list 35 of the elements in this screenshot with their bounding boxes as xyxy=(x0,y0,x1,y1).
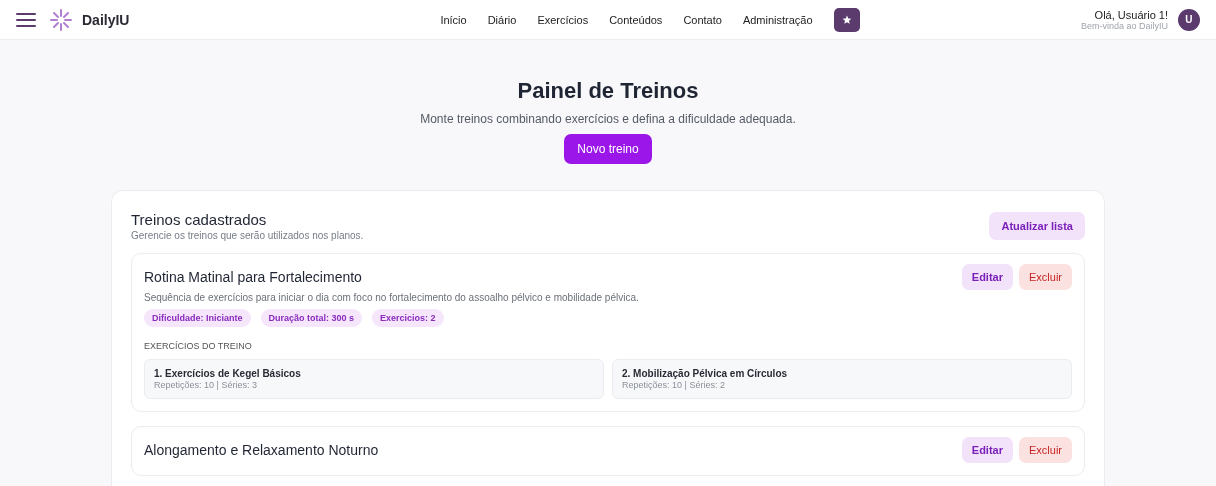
workout-tag: Dificuldade: Iniciante xyxy=(144,309,251,327)
page-subtitle: Monte treinos combinando exercícios e defina a dificuldade adequada. xyxy=(420,112,796,126)
refresh-button[interactable]: Atualizar lista xyxy=(989,212,1085,240)
edit-button[interactable]: Editar xyxy=(961,437,1013,463)
new-workout-button[interactable]: Novo treino xyxy=(564,134,652,164)
exercise-details: Repetições: 10 | Séries: 2 xyxy=(622,380,726,390)
welcome-text: Bem-vinda ao DailyIU xyxy=(1080,20,1168,31)
nav-link[interactable]: Início xyxy=(440,13,467,26)
user-avatar[interactable]: U xyxy=(1178,8,1200,31)
sunburst-logo-icon xyxy=(50,8,72,31)
delete-button[interactable]: Excluir xyxy=(1019,264,1072,290)
workout-tag: Duração total: 300 s xyxy=(260,309,363,327)
delete-button[interactable]: Excluir xyxy=(1019,437,1072,463)
nav-link[interactable]: Contato xyxy=(683,13,722,26)
menu-icon[interactable] xyxy=(16,12,36,27)
nav-link[interactable]: Administração xyxy=(742,13,813,26)
star-button[interactable] xyxy=(833,7,860,32)
nav-link[interactable]: Exercícios xyxy=(537,13,589,26)
section-label: EXERCÍCIOS DO TREINO xyxy=(144,341,253,351)
panel-subtitle: Gerencie os treinos que serão utilizados nos planos. xyxy=(131,230,364,241)
exercise-name: 1. Exercícios de Kegel Básicos xyxy=(154,368,302,379)
workout-description: Sequência de exercícios para iniciar o dia com foco no fortalecimento do assoalho pélvico e mobilidade pélvica. xyxy=(144,292,640,303)
workout-tag: Exercicios: 2 xyxy=(372,309,444,327)
nav-link[interactable]: Diário xyxy=(487,13,517,26)
brand-name[interactable]: DailyIU xyxy=(82,11,130,28)
edit-button[interactable]: Editar xyxy=(961,264,1013,290)
workout-title: Alongamento e Relaxamento Noturno xyxy=(144,442,379,458)
panel-title: Treinos cadastrados xyxy=(131,211,268,228)
user-greeting: Olá, Usuário 1! xyxy=(1094,8,1168,21)
exercise-details: Repetições: 10 | Séries: 3 xyxy=(154,380,258,390)
star-icon xyxy=(841,14,852,25)
page-title: Painel de Treinos xyxy=(517,78,699,104)
nav-link[interactable]: Conteúdos xyxy=(609,13,663,26)
workout-title: Rotina Matinal para Fortalecimento xyxy=(144,269,362,285)
exercise-name: 2. Mobilização Pélvica em Círculos xyxy=(622,368,789,379)
